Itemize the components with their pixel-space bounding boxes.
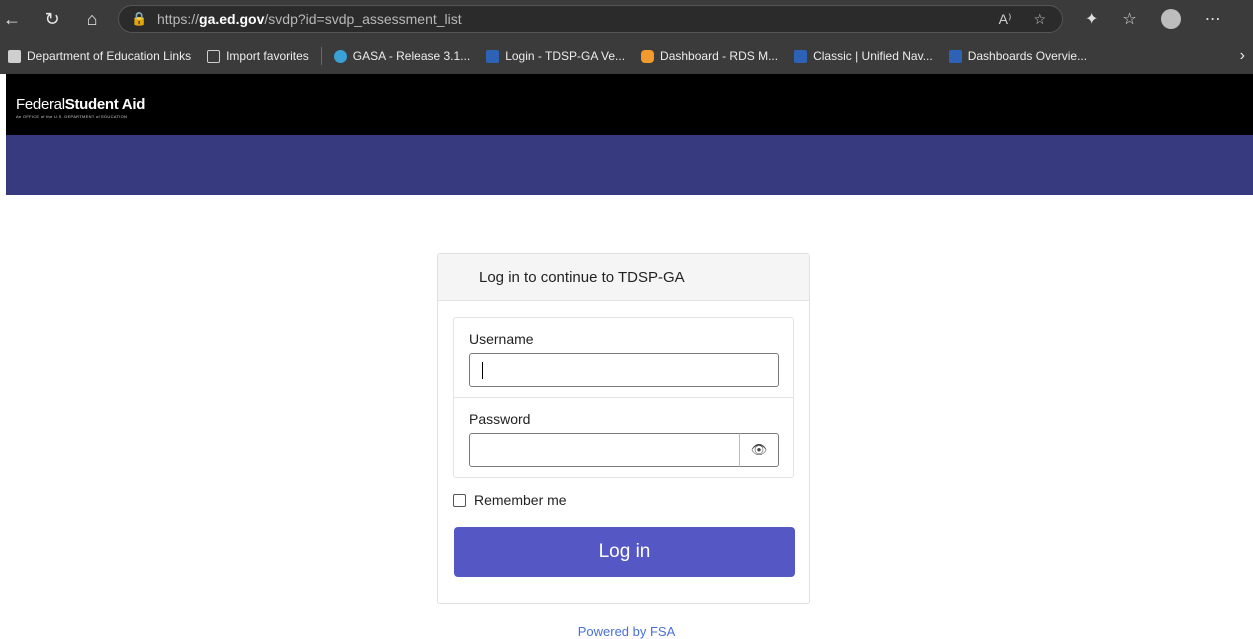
- fsa-logo[interactable]: FederalStudent Aid An OFFICE of the U.S.…: [16, 96, 145, 119]
- text-caret: [482, 362, 483, 379]
- login-button[interactable]: Log in: [454, 527, 795, 577]
- url-scheme: https://: [157, 11, 200, 27]
- url-bar[interactable]: 🔒 https:// ga.ed.gov /svdp?id=svdp_asses…: [118, 5, 1063, 33]
- show-password-button[interactable]: 👁: [739, 433, 779, 467]
- extensions-icon[interactable]: ✦: [1085, 9, 1098, 29]
- bookmark-login-tdsp[interactable]: Login - TDSP-GA Ve...: [478, 49, 633, 63]
- login-title: Log in to continue to TDSP-GA: [438, 254, 809, 301]
- bookmark-import-favorites[interactable]: Import favorites: [199, 49, 317, 63]
- fsa-icon: [486, 49, 500, 63]
- read-aloud-icon[interactable]: A⁾: [999, 11, 1012, 28]
- login-fields: Username Password 👁: [453, 317, 794, 478]
- username-input[interactable]: [469, 353, 779, 387]
- favorites-icon[interactable]: ☆: [1122, 9, 1136, 29]
- password-label: Password: [469, 411, 531, 427]
- logo-text-student-aid: Student Aid: [64, 96, 146, 113]
- bookmark-classic-unified[interactable]: Classic | Unified Nav...: [786, 49, 941, 63]
- bookmark-label: Department of Education Links: [27, 49, 192, 63]
- chevron-right-icon[interactable]: ›: [1240, 47, 1253, 65]
- refresh-icon[interactable]: ↻: [32, 0, 72, 38]
- bookmarks-bar: Department of Education Links Import fav…: [0, 38, 1253, 74]
- login-card: Log in to continue to TDSP-GA Username P…: [437, 253, 810, 604]
- lock-icon[interactable]: 🔒: [131, 11, 147, 27]
- remember-me[interactable]: Remember me: [453, 492, 567, 508]
- bookmark-dashboard-rds[interactable]: Dashboard - RDS M...: [633, 49, 786, 63]
- bookmark-dashboards-overview[interactable]: Dashboards Overvie...: [941, 49, 1095, 63]
- bookmark-department-links[interactable]: Department of Education Links: [0, 49, 199, 63]
- remember-me-checkbox[interactable]: [453, 493, 466, 507]
- powered-by-link[interactable]: Powered by FSA: [0, 624, 1253, 639]
- gasa-icon: [333, 49, 347, 63]
- header-band: [6, 135, 1253, 195]
- import-icon: [207, 49, 221, 63]
- more-menu-icon[interactable]: ⋯: [1205, 9, 1221, 29]
- bookmark-label: Dashboards Overvie...: [967, 49, 1088, 63]
- home-icon[interactable]: ⌂: [72, 0, 112, 38]
- username-label: Username: [469, 331, 534, 347]
- favorite-star-icon[interactable]: ☆: [1033, 11, 1046, 28]
- folder-icon: [8, 49, 21, 63]
- bookmark-label: Classic | Unified Nav...: [813, 49, 933, 63]
- bookmark-label: Import favorites: [226, 49, 309, 63]
- password-group: Password 👁: [454, 398, 793, 478]
- remember-me-label: Remember me: [474, 492, 567, 508]
- bookmark-label: Dashboard - RDS M...: [660, 49, 779, 63]
- bookmark-gasa[interactable]: GASA - Release 3.1...: [326, 49, 478, 63]
- profile-avatar[interactable]: [1160, 9, 1181, 29]
- fsa-icon: [794, 49, 808, 63]
- logo-subtitle: An OFFICE of the U.S. DEPARTMENT of EDUC…: [16, 114, 128, 119]
- url-host: ga.ed.gov: [199, 11, 265, 27]
- bookmark-label: GASA - Release 3.1...: [352, 49, 471, 63]
- back-icon[interactable]: ←: [0, 0, 24, 38]
- fsa-icon: [948, 49, 962, 63]
- url-path: /svdp?id=svdp_assessment_list: [264, 11, 462, 27]
- username-group: Username: [454, 318, 793, 398]
- site-header: FederalStudent Aid An OFFICE of the U.S.…: [6, 74, 1253, 135]
- bookmark-label: Login - TDSP-GA Ve...: [505, 49, 626, 63]
- browser-address-bar: ← ↻ ⌂ 🔒 https:// ga.ed.gov /svdp?id=svdp…: [0, 0, 1253, 38]
- bookmark-divider: [320, 47, 322, 65]
- logo-text-federal: Federal: [16, 96, 65, 113]
- password-input[interactable]: [469, 433, 740, 467]
- hexagon-icon: [641, 49, 655, 63]
- eye-icon: 👁: [750, 442, 768, 457]
